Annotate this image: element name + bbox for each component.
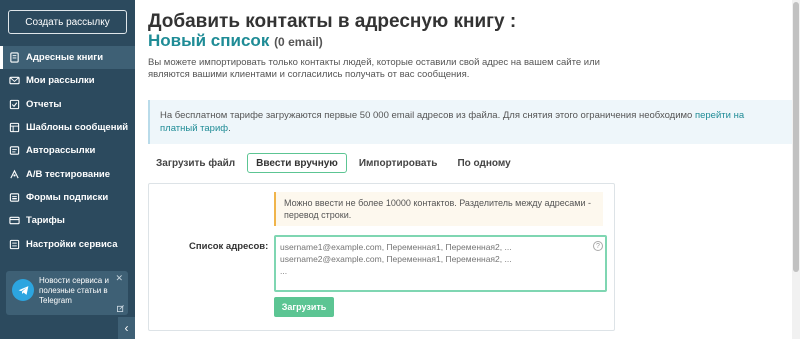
upload-button[interactable]: Загрузить bbox=[274, 297, 334, 317]
tariffs-icon bbox=[8, 215, 20, 227]
tab-one-by-one[interactable]: По одному bbox=[449, 153, 518, 173]
tab-import[interactable]: Импортировать bbox=[351, 153, 446, 173]
create-mailing-button[interactable]: Создать рассылку bbox=[8, 10, 127, 34]
list-name: Новый список bbox=[148, 31, 270, 50]
book-icon bbox=[8, 52, 20, 64]
help-icon[interactable]: ? bbox=[593, 241, 603, 251]
sidebar: Создать рассылку Адресные книги Мои расс… bbox=[0, 0, 135, 339]
sidebar-item-label: Мои рассылки bbox=[26, 75, 95, 87]
sidebar-item-my-mailings[interactable]: Мои рассылки bbox=[0, 69, 135, 92]
mailings-icon bbox=[8, 75, 20, 87]
sidebar-item-forms[interactable]: Формы подписки bbox=[0, 186, 135, 209]
page-scrollbar[interactable] bbox=[792, 0, 800, 339]
telegram-banner[interactable]: Новости сервиса и полезные статьи в Tele… bbox=[6, 271, 128, 315]
main-content: Добавить контакты в адресную книгу : Нов… bbox=[148, 0, 792, 339]
scrollbar-thumb[interactable] bbox=[793, 2, 799, 272]
templates-icon bbox=[8, 122, 20, 134]
address-list-textarea[interactable] bbox=[274, 235, 607, 292]
free-plan-notice: На бесплатном тарифе загружаются первые … bbox=[148, 100, 792, 144]
reports-icon bbox=[8, 98, 20, 110]
sidebar-item-address-books[interactable]: Адресные книги bbox=[0, 46, 135, 70]
sidebar-item-settings[interactable]: Настройки сервиса bbox=[0, 232, 135, 255]
list-name-heading: Новый список (0 email) bbox=[148, 31, 323, 51]
telegram-icon bbox=[12, 279, 34, 301]
sidebar-item-label: A/B тестирование bbox=[26, 168, 111, 180]
sidebar-item-label: Адресные книги bbox=[26, 52, 104, 64]
sidebar-item-tariffs[interactable]: Тарифы bbox=[0, 209, 135, 232]
collapse-sidebar-button[interactable]: ‹ bbox=[118, 317, 135, 339]
contact-limit-hint: Можно ввести не более 10000 контактов. Р… bbox=[274, 192, 603, 226]
sidebar-item-label: Настройки сервиса bbox=[26, 238, 118, 250]
ab-test-icon bbox=[8, 168, 20, 180]
sidebar-item-reports[interactable]: Отчеты bbox=[0, 93, 135, 116]
page-title: Добавить контакты в адресную книгу : bbox=[148, 11, 517, 32]
notice-end: . bbox=[228, 123, 231, 134]
sidebar-item-templates[interactable]: Шаблоны сообщений bbox=[0, 116, 135, 139]
external-link-icon[interactable] bbox=[117, 305, 124, 312]
sidebar-item-label: Авторассылки bbox=[26, 145, 96, 157]
sidebar-item-label: Отчеты bbox=[26, 98, 62, 110]
manual-entry-panel: Можно ввести не более 10000 контактов. Р… bbox=[148, 183, 615, 331]
telegram-text: Новости сервиса и полезные статьи в Tele… bbox=[39, 276, 109, 305]
notice-text: На бесплатном тарифе загружаются первые … bbox=[160, 110, 695, 121]
forms-icon bbox=[8, 191, 20, 203]
address-list-label: Список адресов: bbox=[189, 241, 269, 252]
list-email-count: (0 email) bbox=[274, 35, 323, 49]
autoresponder-icon bbox=[8, 145, 20, 157]
import-tabs: Загрузить файл Ввести вручную Импортиров… bbox=[148, 152, 523, 174]
sidebar-item-label: Формы подписки bbox=[26, 191, 109, 203]
settings-icon bbox=[8, 238, 20, 250]
tab-upload-file[interactable]: Загрузить файл bbox=[148, 153, 243, 173]
sidebar-item-label: Шаблоны сообщений bbox=[26, 122, 129, 134]
sidebar-item-label: Тарифы bbox=[26, 215, 65, 227]
sidebar-item-autoresponders[interactable]: Авторассылки bbox=[0, 139, 135, 162]
tab-manual-entry[interactable]: Ввести вручную bbox=[247, 153, 347, 173]
import-description: Вы можете импортировать только контакты … bbox=[148, 57, 600, 80]
sidebar-item-ab-testing[interactable]: A/B тестирование bbox=[0, 162, 135, 185]
close-icon[interactable]: ✕ bbox=[115, 273, 123, 284]
sidebar-menu: Адресные книги Мои рассылки Отчеты Шабло… bbox=[0, 46, 135, 256]
